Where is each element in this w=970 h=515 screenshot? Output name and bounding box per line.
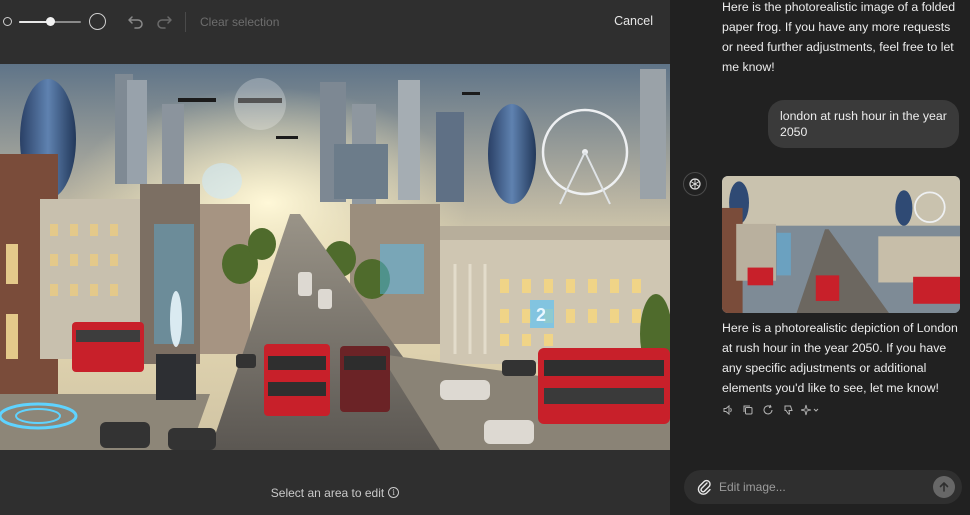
user-message-text: london at rush hour in the year 2050: [780, 109, 947, 139]
image-editor-panel: Clear selection Cancel 2 Select an area …: [0, 0, 670, 515]
toolbar-divider: [185, 12, 186, 32]
edit-hint-text: Select an area to edit: [270, 485, 385, 500]
arrow-up-icon: [939, 482, 949, 492]
redo-icon[interactable]: [154, 12, 174, 32]
paperclip-icon[interactable]: [696, 478, 712, 496]
generated-image-thumbnail[interactable]: [722, 176, 960, 313]
assistant-message: Here is a photorealistic depiction of Lo…: [722, 321, 958, 395]
send-button[interactable]: [933, 476, 955, 498]
thumbnail-image: [722, 176, 960, 313]
composer: [684, 470, 962, 504]
undo-icon[interactable]: [126, 12, 146, 32]
cancel-button[interactable]: Cancel: [614, 14, 653, 28]
edit-hint: Select an area to edit i: [0, 485, 670, 500]
user-message-bubble: london at rush hour in the year 2050: [768, 100, 959, 148]
info-icon[interactable]: i: [388, 487, 400, 499]
assistant-previous-message: Here is the photorealistic image of a fo…: [722, 0, 956, 74]
hologram-sign-number: 2: [536, 305, 546, 325]
editor-toolbar: Clear selection Cancel: [0, 0, 670, 44]
regenerate-icon[interactable]: [760, 402, 776, 418]
assistant-avatar: [683, 172, 707, 196]
london-2050-image: 2: [0, 64, 670, 450]
editable-image-canvas[interactable]: 2: [0, 64, 670, 450]
brush-size-max-indicator: [89, 13, 106, 30]
brush-size-slider-knob[interactable]: [45, 17, 55, 26]
message-actions: [720, 402, 822, 418]
clear-selection-button[interactable]: Clear selection: [200, 15, 279, 29]
brush-size-min-indicator: [3, 17, 12, 26]
chat-panel: Here is the photorealistic image of a fo…: [670, 0, 970, 515]
copy-icon[interactable]: [740, 402, 756, 418]
openai-logo-icon: [689, 178, 701, 190]
sparkle-icon[interactable]: [800, 402, 822, 418]
speaker-icon[interactable]: [720, 402, 736, 418]
edit-image-input[interactable]: [719, 479, 919, 495]
thumbs-down-icon[interactable]: [780, 402, 796, 418]
